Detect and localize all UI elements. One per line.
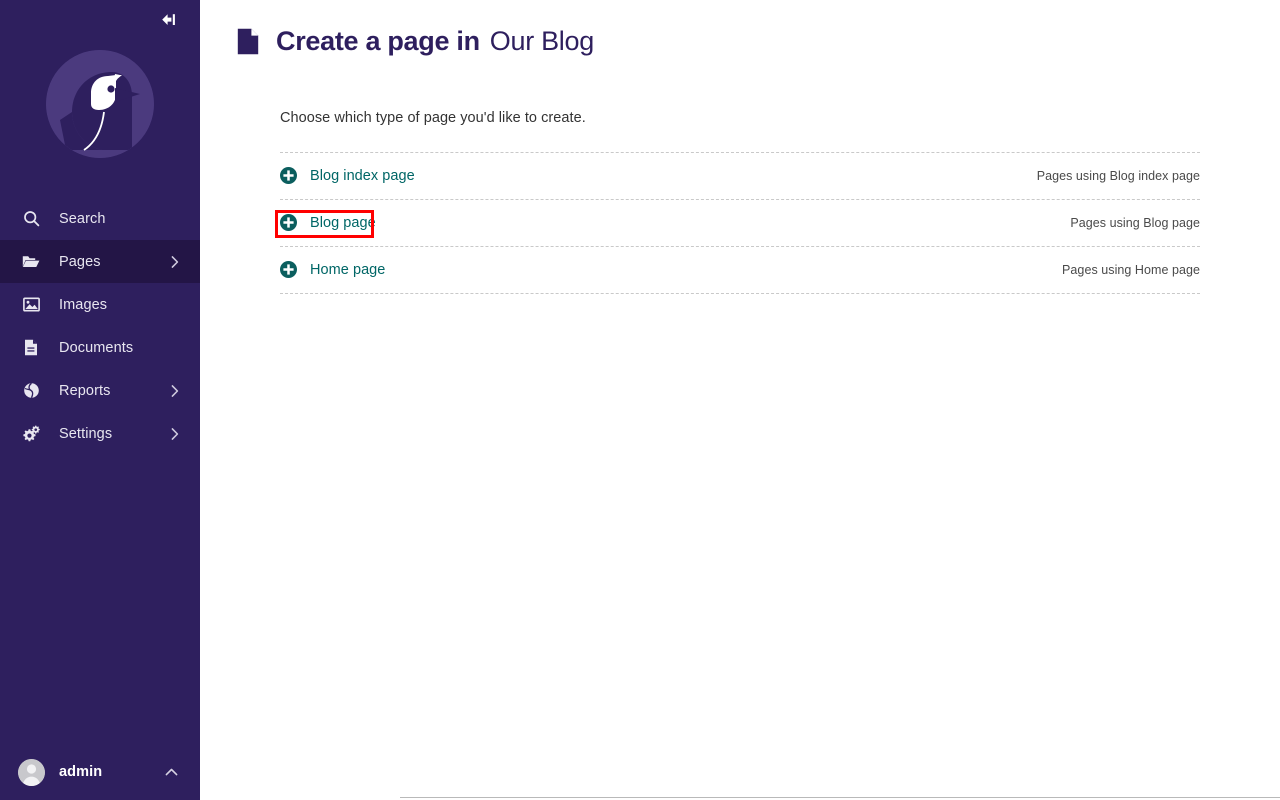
search-icon <box>22 210 40 228</box>
plus-circle-icon <box>280 167 297 185</box>
username-label: admin <box>59 764 103 780</box>
sidebar-item-label: Images <box>59 296 108 313</box>
user-avatar-icon <box>18 758 45 786</box>
page-type-left: Blog index page <box>280 167 415 185</box>
page-document-icon <box>236 28 260 56</box>
page-type-row: Home page Pages using Home page <box>280 247 1200 294</box>
gears-icon <box>22 425 40 443</box>
chevron-right-icon <box>171 427 179 440</box>
main-content: Create a page in Our Blog Choose which ty… <box>200 0 1280 800</box>
bottom-divider <box>400 797 1280 798</box>
sidebar-item-label: Pages <box>59 253 101 270</box>
sidebar-item-settings[interactable]: Settings <box>0 412 200 455</box>
sidebar-item-label: Settings <box>59 425 113 442</box>
folder-open-icon <box>22 253 40 271</box>
sidebar-nav: Search Pages Images Documents Reports Se… <box>0 197 200 455</box>
sidebar-item-documents[interactable]: Documents <box>0 326 200 369</box>
page-title: Create a page in Our Blog <box>276 26 594 57</box>
plus-circle-icon <box>280 261 297 279</box>
page-type-usage-link[interactable]: Pages using Blog page <box>1070 216 1200 230</box>
page-type-usage-link[interactable]: Pages using Home page <box>1062 263 1200 277</box>
sidebar-item-label: Documents <box>59 339 134 356</box>
sidebar-item-label: Search <box>59 210 106 227</box>
sidebar-item-label: Reports <box>59 382 111 399</box>
sidebar-item-images[interactable]: Images <box>0 283 200 326</box>
page-type-link[interactable]: Blog index page <box>310 168 415 184</box>
sidebar-header <box>0 0 200 40</box>
chevron-right-icon <box>171 255 179 268</box>
page-type-left: Blog page <box>280 214 376 232</box>
page-type-left: Home page <box>280 261 385 279</box>
page-title-parent: Our Blog <box>489 26 594 56</box>
intro-text: Choose which type of page you'd like to … <box>280 109 586 126</box>
globe-icon <box>22 382 40 400</box>
plus-circle-icon <box>280 214 297 232</box>
logo-container[interactable] <box>0 40 200 175</box>
collapse-sidebar-button[interactable] <box>156 8 180 32</box>
wagtail-admin-window: Search Pages Images Documents Reports Se… <box>0 0 1280 800</box>
page-type-usage-link[interactable]: Pages using Blog index page <box>1037 169 1200 183</box>
chevron-up-icon <box>165 768 178 776</box>
document-icon <box>22 339 40 357</box>
page-title-action: Create a page in <box>276 26 480 56</box>
wagtail-bird-logo <box>46 49 154 158</box>
page-type-link[interactable]: Blog page <box>310 215 376 231</box>
page-header: Create a page in Our Blog <box>200 0 1280 57</box>
page-type-row: Blog page Pages using Blog page <box>280 200 1200 247</box>
page-type-link[interactable]: Home page <box>310 262 385 278</box>
sidebar-item-pages[interactable]: Pages <box>0 240 200 283</box>
image-icon <box>22 296 40 314</box>
sidebar-item-reports[interactable]: Reports <box>0 369 200 412</box>
page-type-row: Blog index page Pages using Blog index p… <box>280 153 1200 200</box>
page-type-list: Blog index page Pages using Blog index p… <box>280 151 1200 294</box>
sidebar: Search Pages Images Documents Reports Se… <box>0 0 200 800</box>
content-area: Choose which type of page you'd like to … <box>200 110 1280 294</box>
chevron-right-icon <box>171 384 179 397</box>
user-account-menu[interactable]: admin <box>0 744 200 800</box>
sidebar-item-search[interactable]: Search <box>0 197 200 240</box>
